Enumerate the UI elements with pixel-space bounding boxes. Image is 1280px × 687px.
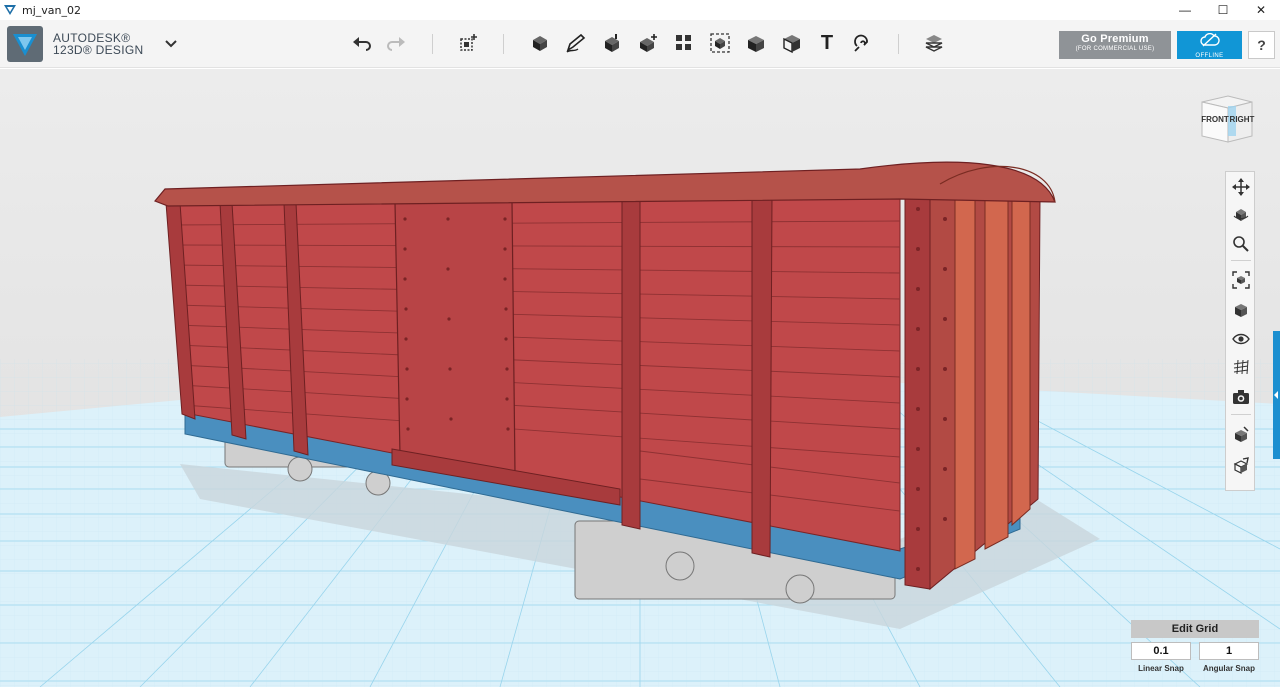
cloud-offline-icon — [1199, 32, 1220, 47]
maximize-button[interactable]: ☐ — [1204, 0, 1242, 20]
app-logo[interactable]: AUTODESK® 123D® DESIGN — [7, 26, 143, 62]
premium-subtitle: (FOR COMMERCIAL USE) — [1075, 46, 1155, 52]
redo-icon[interactable] — [384, 31, 408, 55]
snap-icon[interactable] — [851, 31, 875, 55]
view-cube[interactable]: FRONT RIGHT — [1198, 92, 1256, 144]
primitives-icon[interactable] — [528, 31, 552, 55]
text-icon[interactable]: T — [815, 31, 839, 55]
chevron-down-icon[interactable] — [164, 38, 178, 50]
sketch-icon[interactable] — [564, 31, 588, 55]
offline-label: OFFLINE — [1195, 53, 1224, 59]
panel-toggle-tab[interactable] — [1273, 331, 1280, 459]
material-view-icon[interactable] — [1230, 424, 1252, 446]
main-toolbar: AUTODESK® 123D® DESIGN T Go Premium (FOR… — [0, 20, 1280, 68]
roof — [154, 161, 1056, 207]
end-stanchions — [954, 172, 1031, 570]
screenshot-icon[interactable] — [1230, 386, 1252, 408]
app-logo-icon — [4, 5, 16, 15]
measure-icon[interactable] — [780, 31, 804, 55]
sliding-door — [394, 200, 516, 474]
logo-line-2: 123D® DESIGN — [53, 43, 144, 57]
linear-snap-field[interactable]: 0.1 — [1131, 642, 1191, 660]
document-title: mj_van_02 — [22, 3, 81, 17]
go-premium-button[interactable]: Go Premium (FOR COMMERCIAL USE) — [1059, 31, 1171, 59]
3d-viewport[interactable]: FRONT RIGHT — [0, 69, 1280, 687]
linear-snap-label: Linear Snap — [1138, 664, 1184, 673]
premium-title: Go Premium — [1081, 33, 1149, 45]
fit-icon[interactable] — [1230, 269, 1252, 291]
navigation-bar — [1225, 171, 1255, 491]
views-icon[interactable] — [1230, 299, 1252, 321]
visibility-icon[interactable] — [1230, 328, 1252, 350]
help-button[interactable]: ? — [1248, 31, 1275, 59]
combine-icon[interactable] — [744, 31, 768, 55]
pattern-icon[interactable] — [672, 31, 696, 55]
minimize-button[interactable]: — — [1166, 0, 1204, 20]
modify-icon[interactable] — [636, 31, 660, 55]
edit-grid-button[interactable]: Edit Grid — [1131, 620, 1259, 638]
undo-icon[interactable] — [350, 31, 374, 55]
construct-icon[interactable] — [600, 31, 624, 55]
chevron-left-icon — [1274, 391, 1278, 399]
material-icon[interactable] — [922, 31, 946, 55]
close-button[interactable]: ✕ — [1242, 0, 1280, 20]
angular-snap-field[interactable]: 1 — [1199, 642, 1259, 660]
title-bar: mj_van_02 — ☐ ✕ — [0, 0, 1280, 20]
scene-canvas — [0, 161, 1280, 687]
logo-mark-icon — [7, 26, 43, 62]
angular-snap-label: Angular Snap — [1202, 664, 1255, 673]
pan-icon[interactable] — [1230, 176, 1252, 198]
orbit-icon[interactable] — [1230, 204, 1252, 226]
edit-view-icon[interactable] — [1230, 455, 1252, 477]
viewcube-right-label: RIGHT — [1230, 115, 1255, 124]
grid-icon[interactable] — [1230, 356, 1252, 378]
zoom-icon[interactable] — [1230, 233, 1252, 255]
grouping-icon[interactable] — [708, 31, 732, 55]
transform-icon[interactable] — [457, 31, 481, 55]
offline-button[interactable]: OFFLINE — [1177, 31, 1242, 59]
viewcube-front-label: FRONT — [1201, 115, 1229, 124]
window-controls: — ☐ ✕ — [1166, 0, 1280, 20]
